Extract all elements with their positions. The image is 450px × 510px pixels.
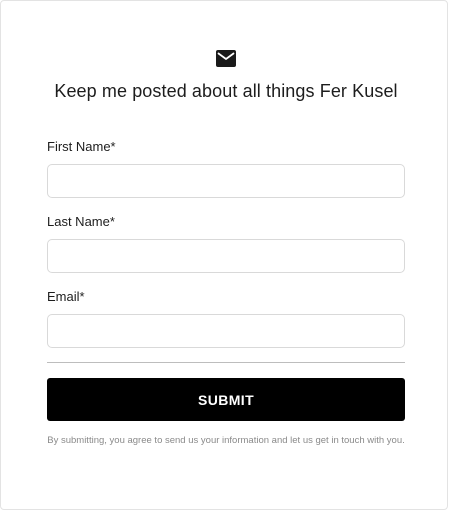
last-name-label: Last Name* [47, 214, 115, 229]
email-input[interactable] [47, 314, 405, 348]
signup-card: Keep me posted about all things Fer Kuse… [0, 0, 448, 510]
divider [47, 362, 405, 363]
submit-button[interactable]: SUBMIT [47, 378, 405, 421]
first-name-input[interactable] [47, 164, 405, 198]
envelope-icon [216, 50, 236, 67]
email-label: Email* [47, 289, 85, 304]
first-name-label: First Name* [47, 139, 116, 154]
last-name-input[interactable] [47, 239, 405, 273]
form-heading: Keep me posted about all things Fer Kuse… [54, 81, 398, 101]
consent-disclaimer: By submitting, you agree to send us your… [47, 435, 405, 446]
